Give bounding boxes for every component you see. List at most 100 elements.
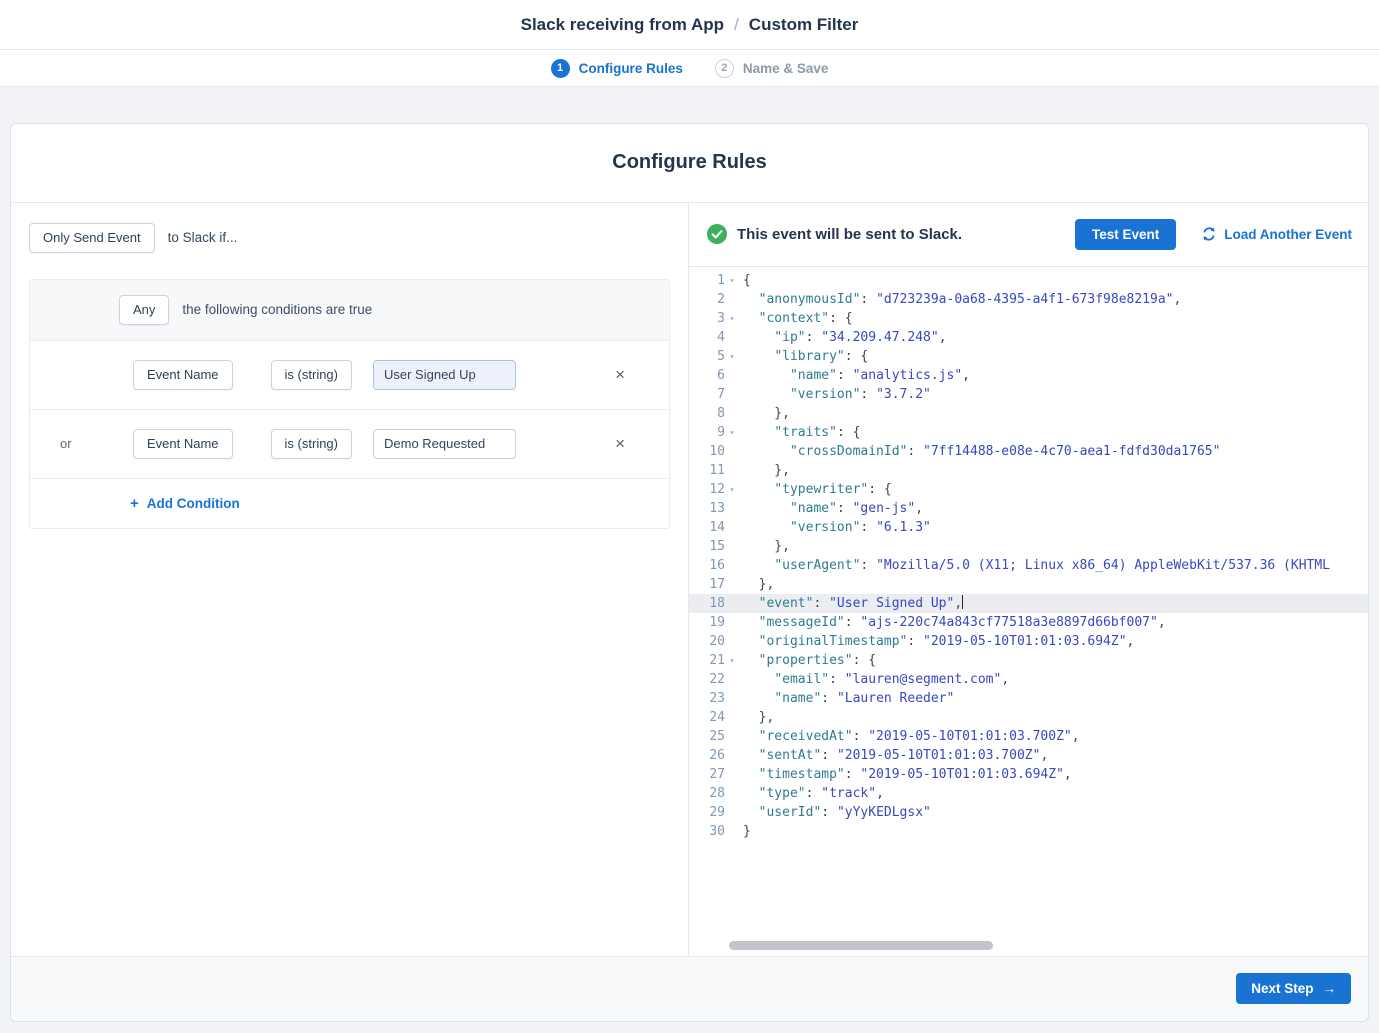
- gutter-spacer: [725, 670, 739, 689]
- code-line-15: 15 },: [689, 537, 1368, 556]
- code-line-2: 2 "anonymousId": "d723239a-0a68-4395-a4f…: [689, 290, 1368, 309]
- match-operator-row: Any the following conditions are true: [30, 280, 669, 341]
- condition-field-button[interactable]: Event Name: [133, 429, 233, 459]
- code-text: "userId": "yYyKEDLgsx": [739, 803, 931, 822]
- code-line-25: 25 "receivedAt": "2019-05-10T01:01:03.70…: [689, 727, 1368, 746]
- code-text: "name": "analytics.js",: [739, 366, 970, 385]
- destination-text: to Slack if...: [168, 223, 238, 253]
- gutter-spacer: [725, 613, 739, 632]
- code-editor[interactable]: 1▾{2 "anonymousId": "d723239a-0a68-4395-…: [689, 267, 1368, 956]
- breadcrumb-page: Custom Filter: [749, 15, 859, 35]
- gutter-spacer: [725, 765, 739, 784]
- code-text: "version": "6.1.3": [739, 518, 931, 537]
- step-1-label: Configure Rules: [579, 61, 683, 76]
- code-text: "originalTimestamp": "2019-05-10T01:01:0…: [739, 632, 1134, 651]
- condition-value-input[interactable]: [373, 360, 516, 390]
- line-number: 13: [709, 499, 725, 518]
- condition-field-button[interactable]: Event Name: [133, 360, 233, 390]
- gutter-spacer: [725, 556, 739, 575]
- load-another-event-link[interactable]: Load Another Event: [1202, 227, 1352, 242]
- configure-rules-card: Configure Rules Only Send Event to Slack…: [10, 123, 1369, 1022]
- condition-connector: or: [60, 436, 72, 451]
- code-text: "email": "lauren@segment.com",: [739, 670, 1009, 689]
- code-text: "traits": {: [739, 423, 860, 442]
- gutter-spacer: [725, 784, 739, 803]
- fold-caret-icon[interactable]: ▾: [725, 271, 739, 290]
- code-line-3: 3▾ "context": {: [689, 309, 1368, 328]
- code-text: }: [739, 822, 751, 841]
- fold-caret-icon[interactable]: ▾: [725, 309, 739, 328]
- code-line-22: 22 "email": "lauren@segment.com",: [689, 670, 1368, 689]
- line-number: 12: [709, 480, 725, 499]
- code-line-14: 14 "version": "6.1.3": [689, 518, 1368, 537]
- line-number: 30: [709, 822, 725, 841]
- code-line-23: 23 "name": "Lauren Reeder": [689, 689, 1368, 708]
- next-step-button[interactable]: Next Step →: [1236, 973, 1351, 1004]
- code-line-17: 17 },: [689, 575, 1368, 594]
- condition-operator-button[interactable]: is (string): [271, 429, 352, 459]
- fold-caret-icon[interactable]: ▾: [725, 480, 739, 499]
- condition-row: Event Name is (string) ×: [30, 341, 669, 410]
- line-number: 16: [709, 556, 725, 575]
- fold-caret-icon[interactable]: ▾: [725, 651, 739, 670]
- breadcrumb-separator: /: [734, 15, 739, 35]
- code-text: "context": {: [739, 309, 853, 328]
- code-text: "messageId": "ajs-220c74a843cf77518a3e88…: [739, 613, 1166, 632]
- test-event-button[interactable]: Test Event: [1075, 219, 1176, 250]
- send-event-row: Only Send Event to Slack if...: [11, 203, 688, 273]
- condition-row: or Event Name is (string) ×: [30, 410, 669, 479]
- line-number: 29: [709, 803, 725, 822]
- arrow-right-icon: →: [1323, 981, 1337, 996]
- match-operator-button[interactable]: Any: [119, 295, 169, 325]
- gutter-spacer: [725, 404, 739, 423]
- code-line-18: 18 "event": "User Signed Up",: [689, 594, 1368, 613]
- code-text: {: [739, 271, 751, 290]
- condition-operator-button[interactable]: is (string): [271, 360, 352, 390]
- code-text: "version": "3.7.2": [739, 385, 931, 404]
- line-number: 5: [717, 347, 725, 366]
- code-line-30: 30}: [689, 822, 1368, 841]
- line-number: 1: [717, 271, 725, 290]
- step-configure-rules[interactable]: 1 Configure Rules: [551, 59, 683, 78]
- rules-panel: Only Send Event to Slack if... Any the f…: [11, 203, 689, 956]
- fold-caret-icon[interactable]: ▾: [725, 347, 739, 366]
- code-text: },: [739, 404, 790, 423]
- line-number: 11: [709, 461, 725, 480]
- remove-condition-icon[interactable]: ×: [613, 435, 627, 452]
- line-number: 23: [709, 689, 725, 708]
- line-number: 25: [709, 727, 725, 746]
- card-header: Configure Rules: [11, 124, 1368, 203]
- line-number: 7: [717, 385, 725, 404]
- gutter-spacer: [725, 518, 739, 537]
- code-line-19: 19 "messageId": "ajs-220c74a843cf77518a3…: [689, 613, 1368, 632]
- add-condition-button[interactable]: + Add Condition: [130, 495, 240, 512]
- code-text: },: [739, 575, 774, 594]
- only-send-event-button[interactable]: Only Send Event: [29, 223, 155, 253]
- success-check-icon: [707, 224, 727, 244]
- line-number: 18: [709, 594, 725, 613]
- horizontal-scrollbar-thumb[interactable]: [729, 941, 993, 950]
- code-line-1: 1▾{: [689, 271, 1368, 290]
- code-line-6: 6 "name": "analytics.js",: [689, 366, 1368, 385]
- code-editor-lines: 1▾{2 "anonymousId": "d723239a-0a68-4395-…: [689, 271, 1368, 841]
- top-header: Slack receiving from App / Custom Filter: [0, 0, 1379, 50]
- gutter-spacer: [725, 594, 739, 613]
- code-line-16: 16 "userAgent": "Mozilla/5.0 (X11; Linux…: [689, 556, 1368, 575]
- code-text: "anonymousId": "d723239a-0a68-4395-a4f1-…: [739, 290, 1181, 309]
- code-line-12: 12▾ "typewriter": {: [689, 480, 1368, 499]
- preview-header: This event will be sent to Slack. Test E…: [689, 203, 1368, 267]
- page-background: Configure Rules Only Send Event to Slack…: [0, 87, 1379, 1033]
- remove-condition-icon[interactable]: ×: [613, 366, 627, 383]
- add-condition-row: + Add Condition: [30, 479, 669, 528]
- gutter-spacer: [725, 366, 739, 385]
- condition-value-input[interactable]: [373, 429, 516, 459]
- code-line-5: 5▾ "library": {: [689, 347, 1368, 366]
- code-text: "library": {: [739, 347, 868, 366]
- code-text: "event": "User Signed Up",: [739, 594, 963, 613]
- fold-caret-icon[interactable]: ▾: [725, 423, 739, 442]
- next-step-label: Next Step: [1251, 981, 1313, 996]
- add-condition-label: Add Condition: [147, 496, 240, 511]
- code-text: "receivedAt": "2019-05-10T01:01:03.700Z"…: [739, 727, 1080, 746]
- line-number: 3: [717, 309, 725, 328]
- step-name-and-save[interactable]: 2 Name & Save: [715, 59, 829, 78]
